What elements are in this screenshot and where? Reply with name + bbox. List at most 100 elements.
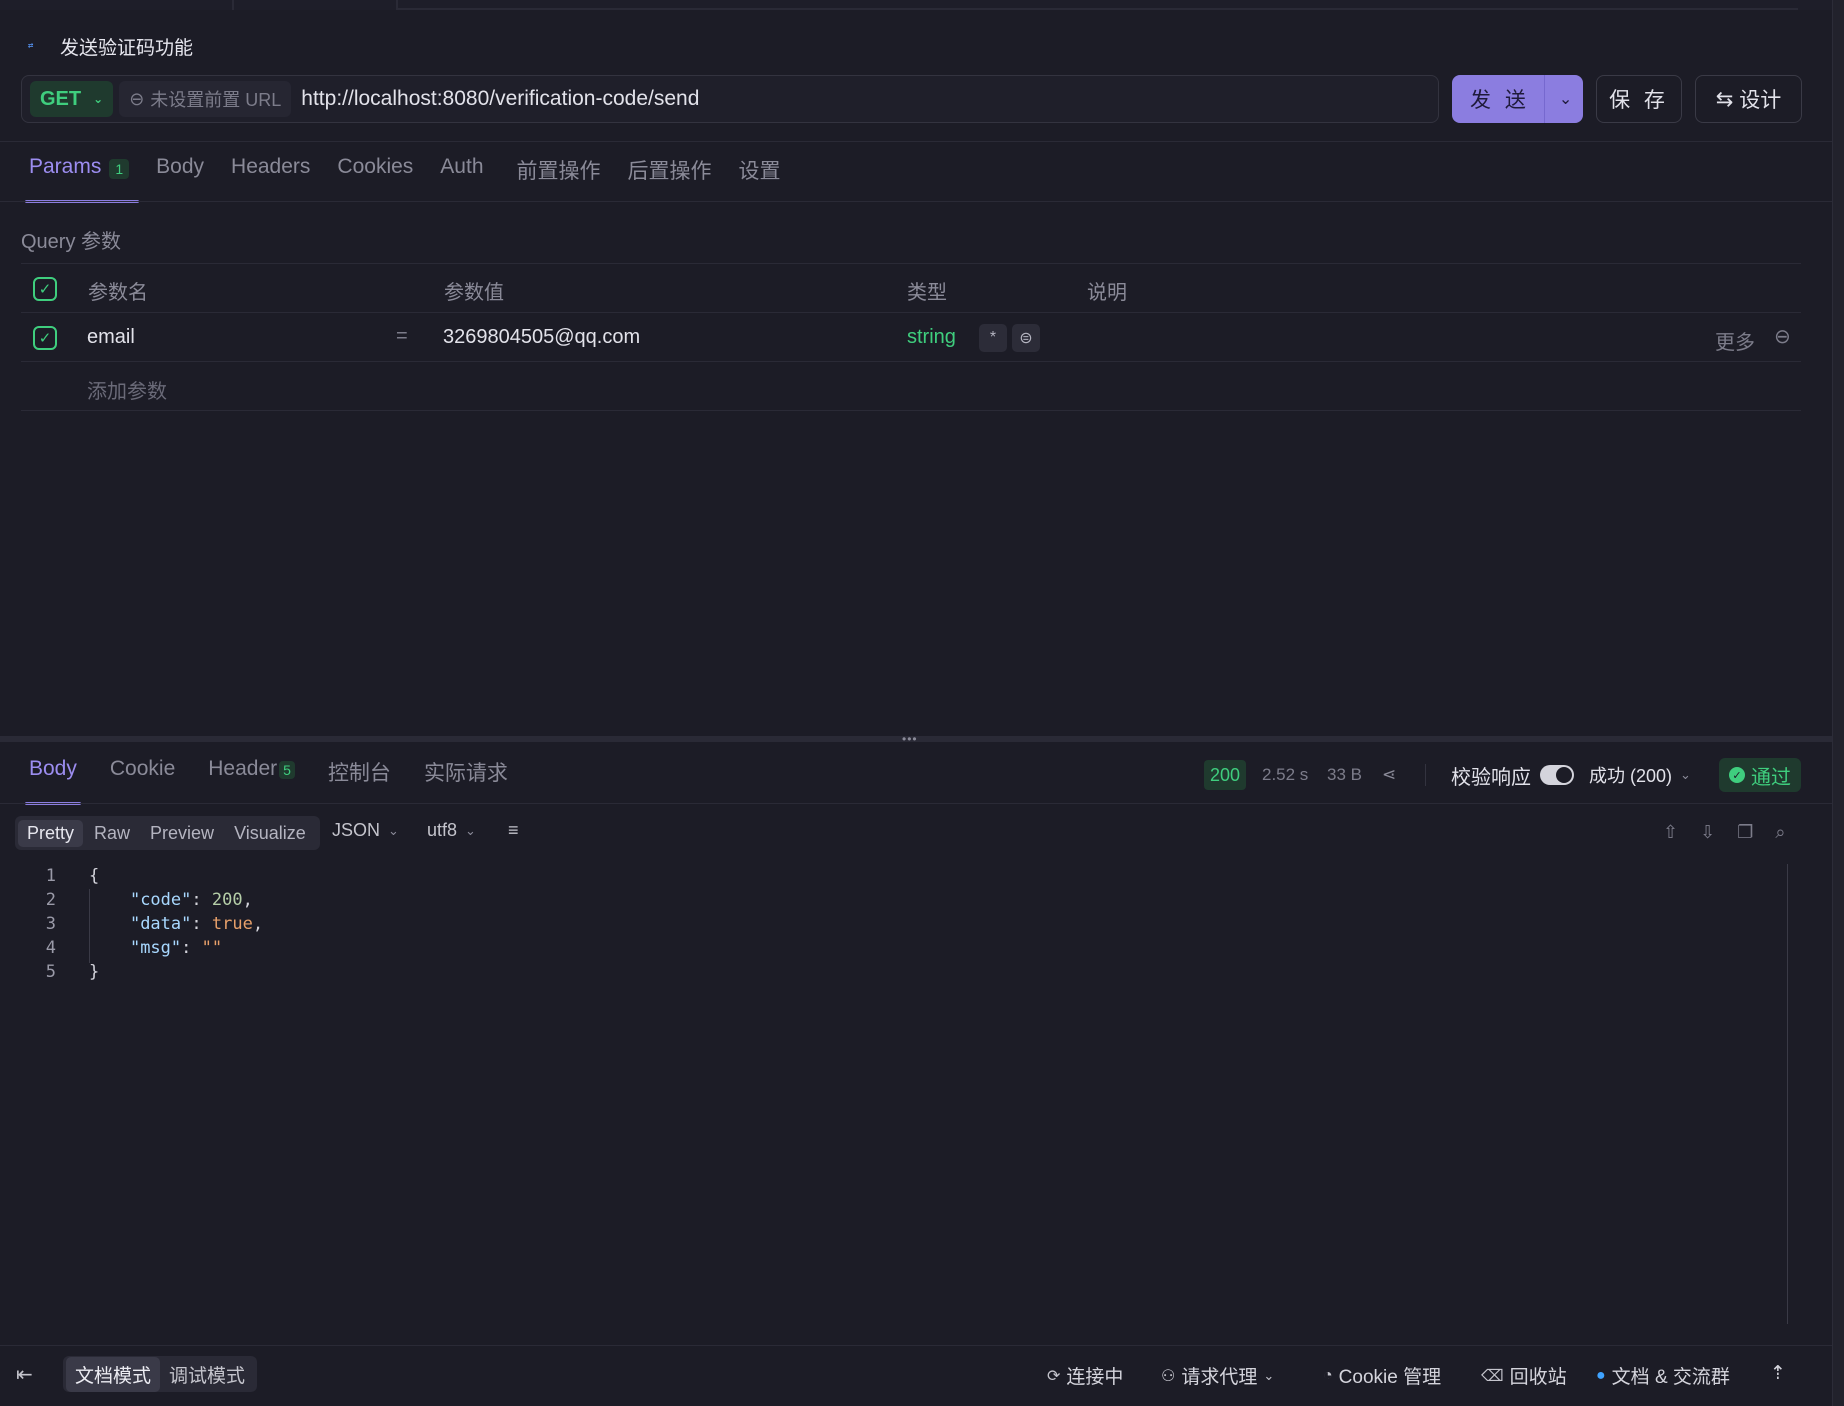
url-input[interactable]: http://localhost:8080/verification-code/… — [301, 87, 699, 111]
status-code-badge: 200 — [1204, 760, 1247, 790]
cookie-manager[interactable]: ◔ Cookie 管理 — [1323, 1362, 1441, 1389]
line-number: 2 — [45, 890, 56, 910]
col-name-header: 参数名 — [88, 282, 148, 304]
tab-params[interactable]: Params 1 — [25, 155, 140, 203]
request-title[interactable]: 发送验证码功能 — [60, 33, 193, 60]
response-tools: ⇧ ⇩ ❐ ⌕ — [1663, 822, 1785, 843]
line-number: 1 — [45, 866, 56, 886]
encoding-value: utf8 — [427, 820, 458, 840]
param-type[interactable]: string — [907, 326, 956, 349]
response-size: 33 B — [1327, 765, 1362, 784]
json-key: "code" — [129, 890, 192, 910]
window-scrollbar[interactable] — [1832, 0, 1844, 1406]
send-options-chevron-icon[interactable]: ⌄ — [1559, 89, 1572, 109]
proxy-icon: ⚇ — [1161, 1367, 1176, 1385]
line-number: 4 — [45, 938, 56, 958]
validate-response-label: 校验响应 — [1451, 766, 1531, 789]
view-raw[interactable]: Raw — [85, 820, 139, 847]
upload-icon[interactable]: ⇧ — [1663, 822, 1678, 843]
format-select[interactable]: JSON ⌄ — [332, 820, 399, 841]
tab-post-ops[interactable]: 后置操作 — [628, 155, 712, 203]
tab-auth[interactable]: Auth — [440, 155, 483, 203]
col-value-header: 参数值 — [444, 282, 504, 304]
wrap-lines-icon[interactable]: ≡ — [508, 820, 519, 841]
send-button[interactable]: 发 送 ⌄ — [1452, 75, 1583, 123]
line-number: 5 — [45, 962, 56, 982]
tab-body[interactable]: Body — [156, 155, 204, 203]
drag-handle-icon[interactable]: ••• — [902, 732, 918, 746]
pre-url-label: 未设置前置 URL — [150, 90, 282, 110]
refresh-icon: ⟳ — [1047, 1367, 1061, 1385]
upgrade-icon[interactable]: ⇡ — [1770, 1362, 1786, 1385]
validate-toggle[interactable] — [1540, 765, 1574, 785]
tab-response-cookie[interactable]: Cookie — [110, 757, 175, 805]
tab-actual-request[interactable]: 实际请求 — [424, 757, 508, 805]
param-name[interactable]: email — [87, 326, 135, 349]
divider — [21, 410, 1801, 411]
row-enabled-checkbox[interactable]: ✓ — [33, 326, 57, 350]
url-bar: GET ⌄ ⊖ 未设置前置 URL http://localhost:8080/… — [21, 75, 1439, 123]
save-button[interactable]: 保 存 — [1596, 75, 1682, 123]
search-icon[interactable]: ⌕ — [1775, 822, 1785, 843]
view-visualize[interactable]: Visualize — [225, 820, 315, 847]
param-value[interactable]: 3269804505@qq.com — [443, 326, 640, 349]
col-type-header: 类型 — [907, 282, 947, 304]
chevron-down-icon: ⌄ — [1680, 767, 1691, 782]
chevron-down-icon: ⌄ — [388, 822, 399, 838]
more-link[interactable]: 更多 — [1715, 326, 1755, 355]
encoding-select[interactable]: utf8 ⌄ — [427, 820, 476, 841]
param-link-icon[interactable]: ⊜ — [1012, 324, 1040, 352]
method-select[interactable]: GET ⌄ — [30, 81, 114, 117]
required-toggle[interactable]: * — [979, 324, 1007, 352]
tab-headers[interactable]: Headers — [231, 155, 310, 203]
download-icon[interactable]: ⇩ — [1700, 822, 1715, 843]
copy-icon[interactable]: ❐ — [1737, 822, 1753, 843]
design-button[interactable]: ⇆ 设计 — [1695, 75, 1802, 123]
method-label: GET — [40, 87, 82, 110]
json-key: "msg" — [129, 938, 182, 958]
trash-button[interactable]: ⌫ 回收站 — [1481, 1362, 1567, 1389]
view-pretty[interactable]: Pretty — [18, 819, 84, 847]
tab-console[interactable]: 控制台 — [328, 757, 391, 805]
view-preview[interactable]: Preview — [141, 820, 223, 847]
json-key: "data" — [129, 914, 192, 934]
header-count-badge: 5 — [279, 761, 295, 779]
mode-switch: 文档模式 调试模式 — [63, 1356, 258, 1392]
response-code-view: 1{ 2 "code": 200, 3 "data": true, 4 "msg… — [0, 864, 263, 984]
collapse-sidebar-icon[interactable]: ⇤ — [16, 1362, 33, 1387]
validate-select[interactable]: 成功 (200) ⌄ — [1589, 757, 1691, 793]
design-label: 设计 — [1739, 89, 1782, 112]
cookie-icon: ◔ — [1323, 1366, 1333, 1384]
select-all-checkbox[interactable]: ✓ — [33, 277, 57, 301]
tab-pre-ops[interactable]: 前置操作 — [517, 155, 601, 203]
view-mode-switch: Pretty Raw Preview Visualize — [15, 816, 320, 850]
divider — [0, 141, 1832, 142]
tab-cookies[interactable]: Cookies — [337, 155, 413, 203]
code-line: 2 "code": 200, — [0, 888, 263, 912]
share-icon[interactable]: ⋖ — [1382, 757, 1396, 793]
tab-settings[interactable]: 设置 — [739, 155, 781, 203]
panel-splitter[interactable]: ••• — [0, 732, 1832, 746]
top-tab-strip — [0, 0, 1844, 10]
docs-community-link[interactable]: ● 文档 & 交流群 — [1596, 1362, 1730, 1389]
doc-mode-button[interactable]: 文档模式 — [66, 1356, 161, 1392]
connection-label: 连接中 — [1066, 1367, 1124, 1388]
trash-label: 回收站 — [1509, 1367, 1567, 1388]
debug-mode-button[interactable]: 调试模式 — [160, 1357, 254, 1392]
code-scrollbar[interactable] — [1787, 864, 1788, 1324]
add-param-input[interactable]: 添加参数 — [87, 375, 167, 404]
code-text: } — [89, 962, 100, 982]
query-params-label: Query 参数 — [21, 231, 122, 253]
code-text: { — [89, 866, 100, 886]
tab-response-body[interactable]: Body — [25, 757, 81, 805]
pre-url-selector[interactable]: ⊖ 未设置前置 URL — [119, 81, 292, 117]
connection-status[interactable]: ⟳ 连接中 — [1047, 1362, 1123, 1389]
proxy-label: 请求代理 — [1181, 1367, 1258, 1388]
request-title-row: ⇄ 发送验证码功能 — [28, 30, 193, 62]
docs-label: 文档 & 交流群 — [1611, 1367, 1730, 1388]
tab-response-header[interactable]: Header 5 — [208, 757, 295, 805]
proxy-menu[interactable]: ⚇ 请求代理 ⌄ — [1161, 1362, 1274, 1389]
remove-icon[interactable]: ⊖ — [1774, 324, 1791, 349]
json-value: "" — [201, 938, 223, 958]
divider — [0, 803, 1832, 804]
